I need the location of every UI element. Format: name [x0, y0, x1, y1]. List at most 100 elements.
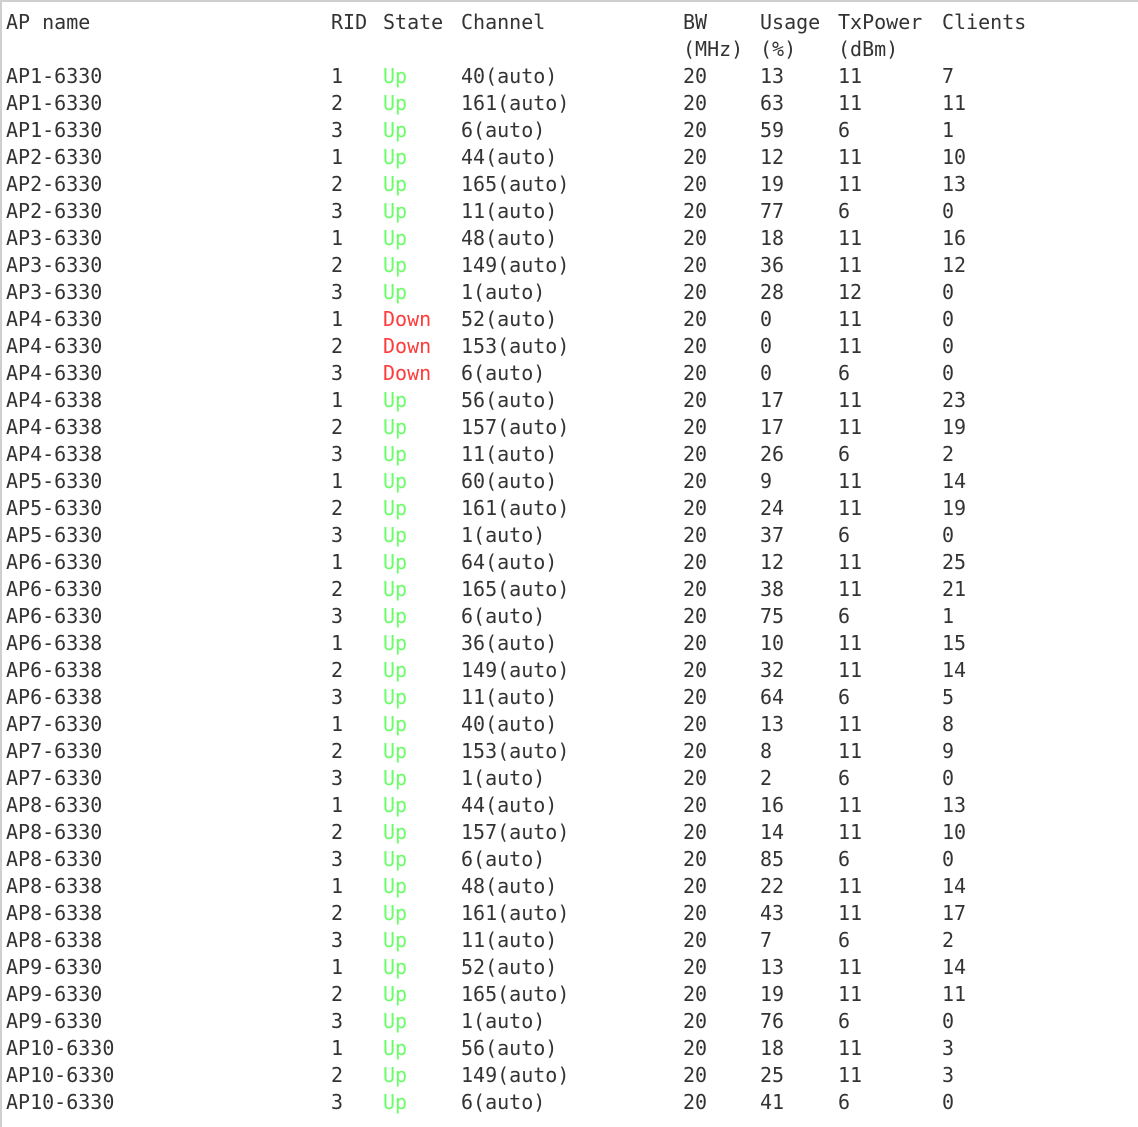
usage-cell: 25 [760, 1063, 785, 1087]
bw-cell: 20 [683, 415, 708, 439]
rid-cell: 2 [331, 1063, 344, 1087]
txpower-cell: 11 [838, 577, 863, 601]
channel-cell: 6(auto) [461, 118, 546, 142]
state-cell: Up [383, 523, 408, 547]
bw-cell: 20 [683, 64, 708, 88]
table-row: AP4-6338 1 Up 56(auto) 20 17 11 23 [0, 387, 1136, 414]
clients-cell: 12 [942, 253, 967, 277]
txpower-cell: 11 [838, 388, 863, 412]
usage-cell: 43 [760, 901, 785, 925]
clients-cell: 11 [942, 982, 967, 1006]
bw-cell: 20 [683, 1063, 708, 1087]
bw-cell: 20 [683, 145, 708, 169]
bw-cell: 20 [683, 334, 708, 358]
state-cell: Up [383, 901, 408, 925]
txpower-cell: 11 [838, 820, 863, 844]
usage-cell: 17 [760, 388, 785, 412]
ap-name-cell: AP4-6330 [6, 307, 103, 331]
channel-cell: 6(auto) [461, 1090, 546, 1114]
channel-cell: 149(auto) [461, 658, 570, 682]
rid-cell: 2 [331, 739, 344, 763]
ap-name-cell: AP10-6330 [6, 1063, 115, 1087]
clients-cell: 1 [942, 118, 955, 142]
clients-cell: 7 [942, 64, 955, 88]
header-txpower: TxPower [838, 10, 923, 34]
channel-cell: 6(auto) [461, 847, 546, 871]
rid-cell: 3 [331, 928, 344, 952]
table-row: AP2-6330 1 Up 44(auto) 20 12 11 10 [0, 144, 1136, 171]
channel-cell: 11(auto) [461, 685, 558, 709]
table-row: AP6-6338 1 Up 36(auto) 20 10 11 15 [0, 630, 1136, 657]
usage-cell: 77 [760, 199, 785, 223]
usage-cell: 0 [760, 307, 773, 331]
usage-cell: 76 [760, 1009, 785, 1033]
clients-cell: 19 [942, 496, 967, 520]
table-row: AP7-6330 3 Up 1(auto) 20 2 6 0 [0, 765, 1136, 792]
clients-cell: 0 [942, 334, 955, 358]
channel-cell: 11(auto) [461, 442, 558, 466]
channel-cell: 165(auto) [461, 172, 570, 196]
usage-cell: 18 [760, 1036, 785, 1060]
table-row: AP9-6330 3 Up 1(auto) 20 76 6 0 [0, 1008, 1136, 1035]
table-row: AP9-6330 1 Up 52(auto) 20 13 11 14 [0, 954, 1136, 981]
bw-cell: 20 [683, 766, 708, 790]
txpower-cell: 11 [838, 469, 863, 493]
bw-cell: 20 [683, 874, 708, 898]
usage-cell: 0 [760, 334, 773, 358]
header-ap-name: AP name [6, 10, 91, 34]
table-row: AP5-6330 2 Up 161(auto) 20 24 11 19 [0, 495, 1136, 522]
rid-cell: 3 [331, 442, 344, 466]
table-row: AP6-6330 1 Up 64(auto) 20 12 11 25 [0, 549, 1136, 576]
clients-cell: 2 [942, 928, 955, 952]
ap-name-cell: AP8-6330 [6, 820, 103, 844]
rid-cell: 2 [331, 91, 344, 115]
usage-cell: 9 [760, 469, 773, 493]
clients-cell: 23 [942, 388, 967, 412]
usage-cell: 18 [760, 226, 785, 250]
table-row: AP4-6338 2 Up 157(auto) 20 17 11 19 [0, 414, 1136, 441]
txpower-cell: 11 [838, 901, 863, 925]
state-cell: Up [383, 388, 408, 412]
table-row: AP8-6338 1 Up 48(auto) 20 22 11 14 [0, 873, 1136, 900]
usage-cell: 26 [760, 442, 785, 466]
ap-name-cell: AP5-6330 [6, 496, 103, 520]
clients-cell: 10 [942, 820, 967, 844]
channel-cell: 157(auto) [461, 415, 570, 439]
clients-cell: 0 [942, 847, 955, 871]
channel-cell: 52(auto) [461, 307, 558, 331]
channel-cell: 48(auto) [461, 226, 558, 250]
txpower-cell: 6 [838, 442, 851, 466]
channel-cell: 36(auto) [461, 631, 558, 655]
txpower-cell: 11 [838, 955, 863, 979]
state-cell: Up [383, 847, 408, 871]
ap-name-cell: AP8-6330 [6, 847, 103, 871]
channel-cell: 64(auto) [461, 550, 558, 574]
table-row: AP8-6330 2 Up 157(auto) 20 14 11 10 [0, 819, 1136, 846]
rid-cell: 2 [331, 658, 344, 682]
clients-cell: 3 [942, 1063, 955, 1087]
bw-cell: 20 [683, 388, 708, 412]
table-row: AP7-6330 2 Up 153(auto) 20 8 11 9 [0, 738, 1136, 765]
state-cell: Up [383, 577, 408, 601]
rid-cell: 3 [331, 766, 344, 790]
usage-cell: 13 [760, 955, 785, 979]
state-cell: Up [383, 415, 408, 439]
ap-name-cell: AP2-6330 [6, 145, 103, 169]
bw-cell: 20 [683, 793, 708, 817]
table-row: AP8-6330 3 Up 6(auto) 20 85 6 0 [0, 846, 1136, 873]
ap-name-cell: AP7-6330 [6, 739, 103, 763]
txpower-cell: 11 [838, 874, 863, 898]
rid-cell: 1 [331, 793, 344, 817]
rid-cell: 2 [331, 496, 344, 520]
clients-cell: 9 [942, 739, 955, 763]
header-bw-unit: (MHz) [683, 37, 744, 61]
state-cell: Up [383, 604, 408, 628]
bw-cell: 20 [683, 496, 708, 520]
state-cell: Up [383, 469, 408, 493]
usage-cell: 7 [760, 928, 773, 952]
txpower-cell: 11 [838, 658, 863, 682]
table-row: AP3-6330 1 Up 48(auto) 20 18 11 16 [0, 225, 1136, 252]
ap-name-cell: AP4-6338 [6, 442, 103, 466]
bw-cell: 20 [683, 604, 708, 628]
state-cell: Up [383, 172, 408, 196]
